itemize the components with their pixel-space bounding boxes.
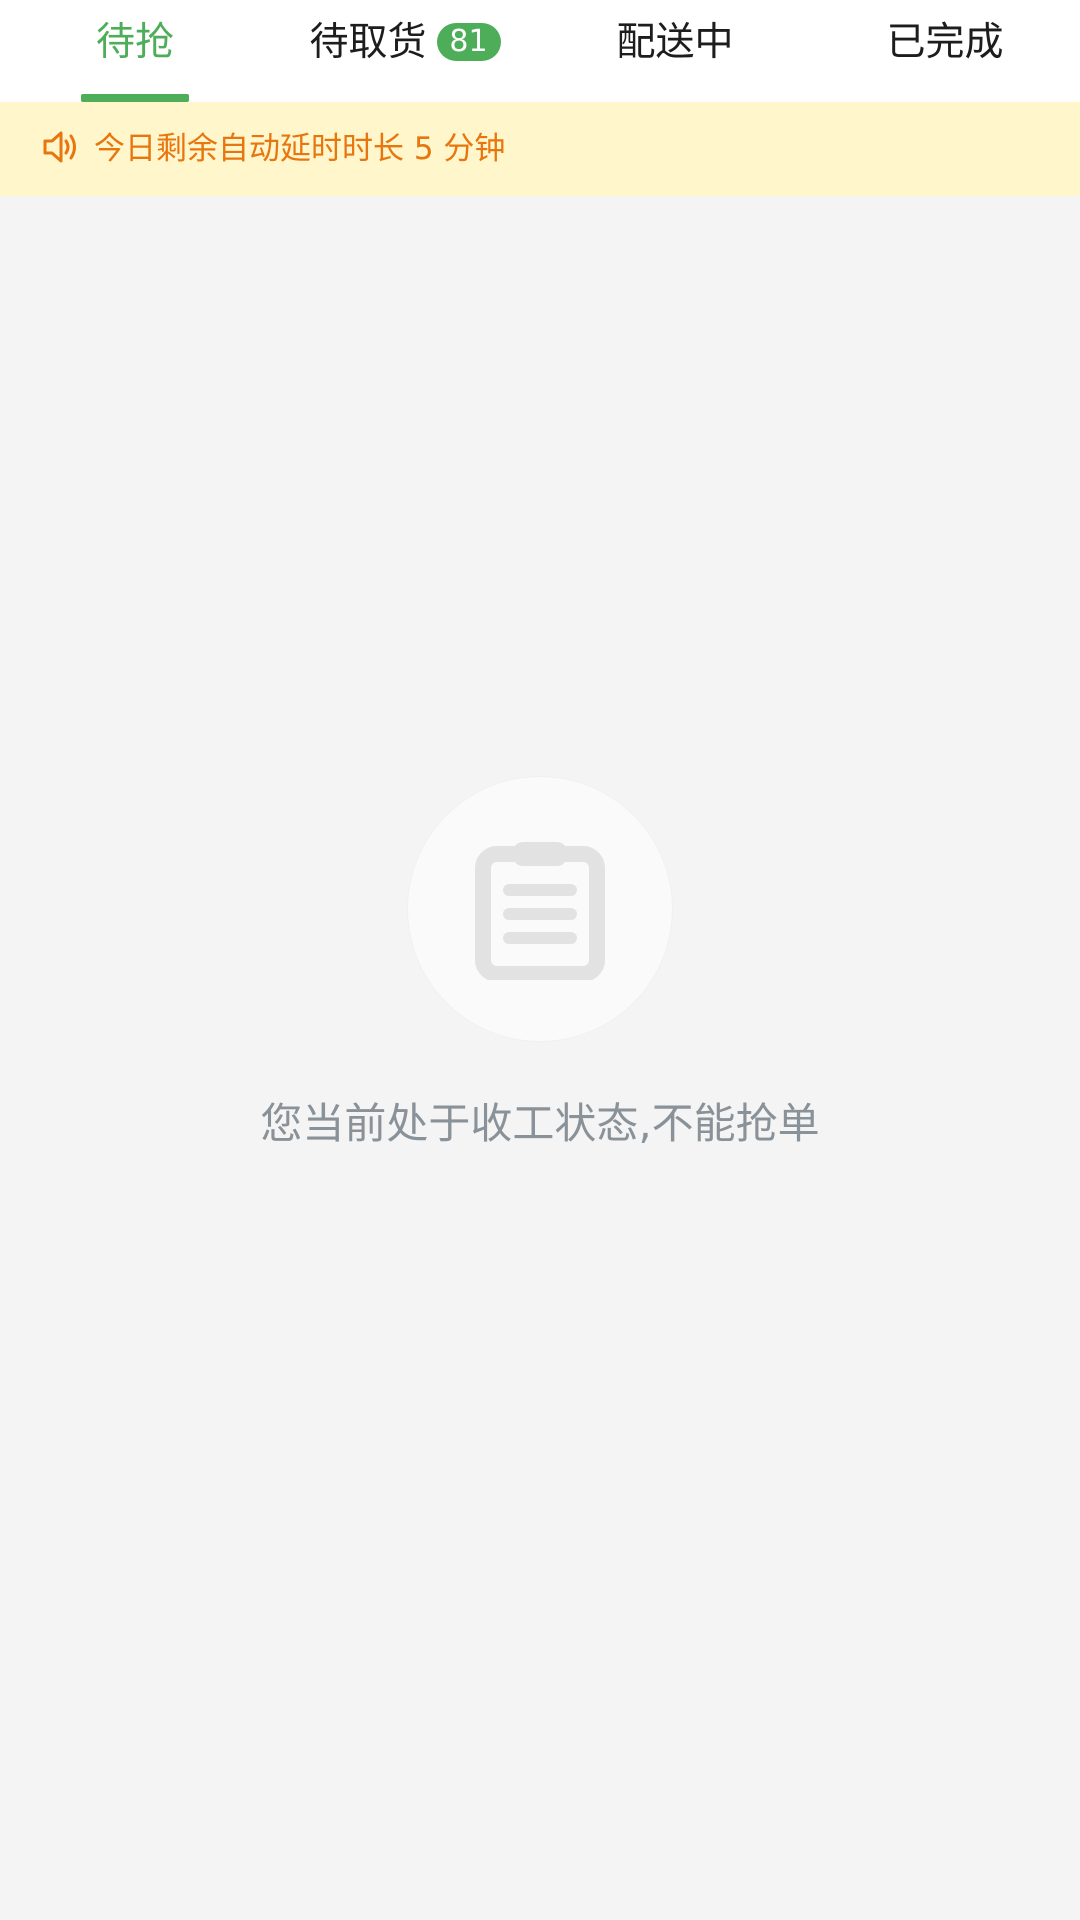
tab-pending-grab-label: 待抢 — [95, 19, 174, 65]
delay-notice-banner: 今日剩余自动延时时长 5 分钟 — [0, 102, 1080, 196]
delay-notice-text: 今日剩余自动延时时长 5 分钟 — [94, 131, 506, 167]
tab-pending-pickup-label: 待取货 — [309, 19, 427, 65]
active-tab-indicator — [81, 94, 189, 102]
tab-delivering[interactable]: 配送中 — [580, 0, 770, 102]
tab-completed[interactable]: 已完成 — [850, 0, 1040, 102]
tab-pending-pickup[interactable]: 待取货 81 — [290, 0, 520, 102]
empty-state-message: 您当前处于收工状态,不能抢单 — [260, 1099, 820, 1148]
empty-state-illustration — [407, 776, 673, 1042]
order-tab-bar: 待抢 待取货 81 配送中 已完成 — [0, 0, 1080, 102]
tab-completed-label: 已完成 — [886, 19, 1004, 65]
pending-pickup-count-badge: 81 — [436, 22, 501, 61]
tab-delivering-label: 配送中 — [616, 19, 734, 65]
tab-pending-grab[interactable]: 待抢 — [40, 0, 230, 102]
speaker-icon — [43, 131, 76, 163]
tab-pending-pickup-wrap: 待取货 81 — [309, 19, 501, 65]
clipboard-icon — [475, 842, 605, 980]
